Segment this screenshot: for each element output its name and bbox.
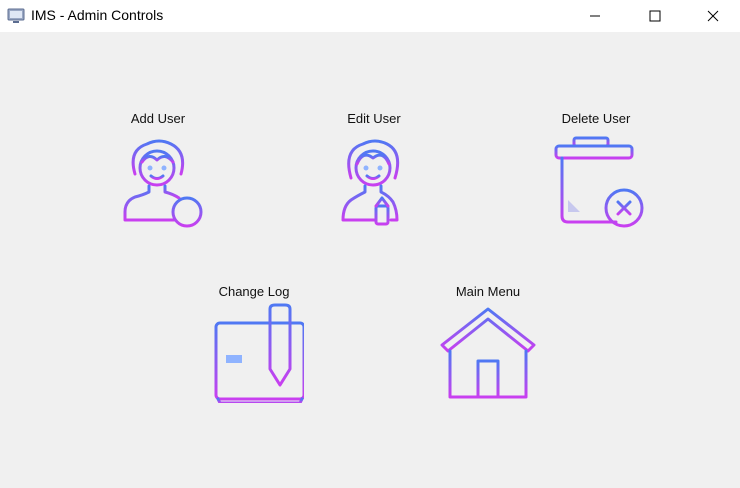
admin-controls-panel: Add User Edit User Delete User Change Lo… — [0, 32, 740, 488]
maximize-icon — [649, 10, 661, 22]
change-log-button[interactable]: Change Log — [199, 283, 309, 403]
minimize-button[interactable] — [566, 0, 624, 32]
main-menu-button[interactable]: Main Menu — [433, 283, 543, 403]
main-menu-label: Main Menu — [455, 284, 521, 299]
add-user-icon — [123, 139, 203, 228]
add-user-button[interactable]: Add User — [103, 110, 213, 230]
minimize-icon — [590, 15, 600, 17]
log-document-icon — [214, 303, 304, 403]
add-user-label: Add User — [130, 111, 186, 126]
title-bar: IMS - Admin Controls — [0, 0, 740, 32]
monitor-icon — [7, 8, 25, 23]
delete-user-button[interactable]: Delete User — [541, 110, 651, 230]
close-icon — [707, 10, 719, 22]
window-title: IMS - Admin Controls — [31, 7, 164, 23]
delete-user-label: Delete User — [561, 111, 631, 126]
trash-icon — [554, 136, 644, 228]
close-button[interactable] — [684, 0, 740, 32]
edit-user-label: Edit User — [347, 111, 401, 126]
edit-user-icon — [341, 139, 400, 226]
maximize-button[interactable] — [626, 0, 684, 32]
home-icon — [438, 307, 538, 403]
change-log-label: Change Log — [218, 284, 290, 299]
edit-user-button[interactable]: Edit User — [319, 110, 429, 230]
